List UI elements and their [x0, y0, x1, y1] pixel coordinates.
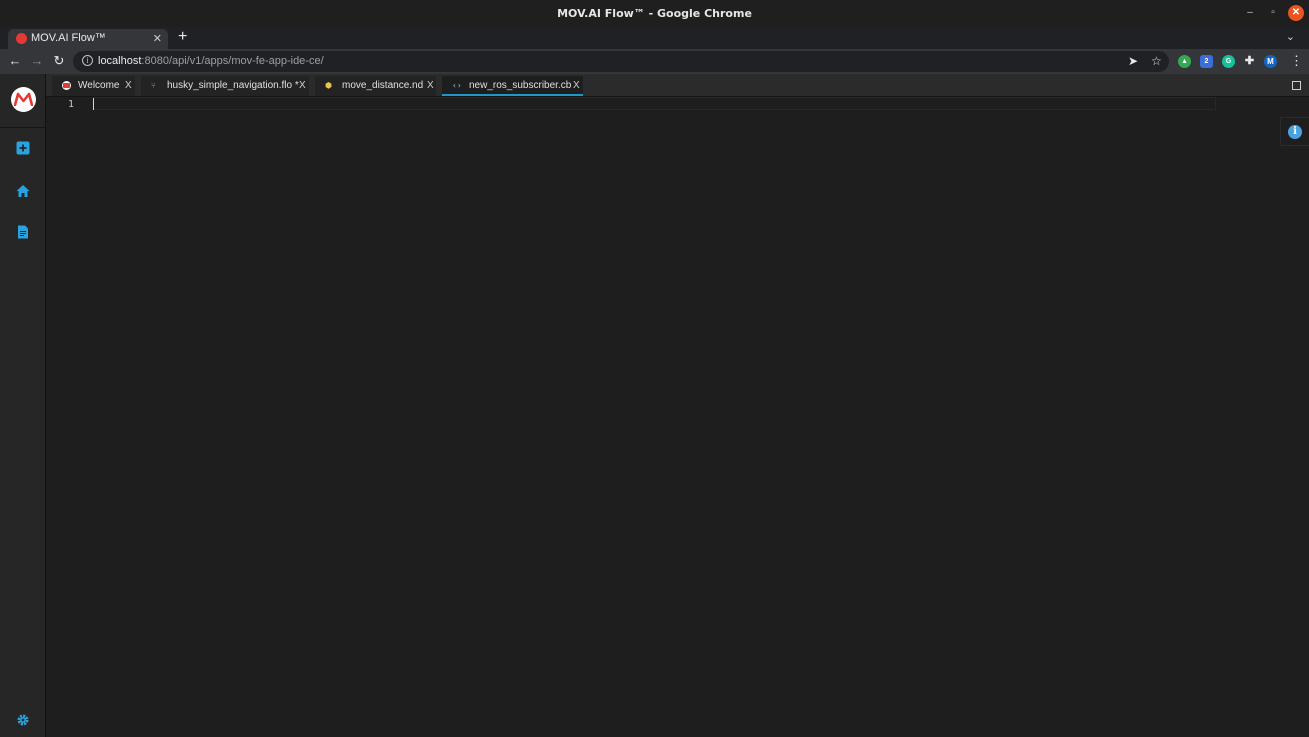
new-tab-button[interactable]: +	[178, 28, 187, 46]
info-icon: i	[1288, 125, 1302, 139]
text-cursor	[93, 98, 94, 110]
close-tab-icon[interactable]: X	[299, 80, 306, 91]
browser-tab-title: MOV.AI Flow™	[31, 32, 106, 44]
tab-label: husky_simple_navigation.flo *	[167, 80, 299, 91]
tab-label: Welcome	[78, 80, 120, 91]
minimize-button[interactable]: –	[1242, 5, 1258, 21]
close-window-button[interactable]: ✕	[1288, 5, 1304, 21]
tab-flow[interactable]: ⑂ husky_simple_navigation.flo * X	[141, 76, 309, 96]
close-tab-icon[interactable]: X	[427, 80, 434, 91]
app-sidebar	[0, 74, 46, 737]
browser-toolbar: ← → ↻ i localhost:8080/api/v1/apps/mov-f…	[0, 49, 1309, 74]
tab-callback-active[interactable]: ‹› new_ros_subscriber.cb X	[442, 76, 583, 96]
document-icon[interactable]	[16, 225, 30, 239]
restore-button[interactable]: ▫	[1265, 5, 1281, 21]
close-tab-icon[interactable]: ✕	[153, 32, 162, 45]
editor-tabbar: Welcome X ⑂ husky_simple_navigation.flo …	[46, 74, 1309, 97]
bookmark-star-icon[interactable]: ☆	[1151, 54, 1162, 68]
send-tab-icon[interactable]: ➤	[1128, 54, 1138, 68]
line-number: 1	[68, 99, 75, 110]
current-line-highlight	[92, 97, 1216, 110]
profile-avatar[interactable]: M	[1264, 55, 1277, 68]
tab-welcome[interactable]: Welcome X	[52, 76, 135, 96]
movai-tab-icon	[62, 81, 71, 90]
info-panel-button[interactable]: i	[1280, 117, 1309, 146]
window-title: MOV.AI Flow™ - Google Chrome	[557, 7, 752, 20]
movai-logo[interactable]	[11, 87, 36, 112]
code-editor[interactable]: 1	[46, 97, 1309, 737]
address-url: localhost:8080/api/v1/apps/mov-fe-app-id…	[98, 55, 324, 67]
sidebar-divider	[0, 127, 45, 128]
gear-icon[interactable]	[16, 713, 30, 727]
back-button[interactable]: ←	[7, 53, 23, 68]
grammarly-extension-icon[interactable]: G	[1222, 55, 1235, 68]
tab-label: move_distance.nd	[342, 80, 424, 91]
site-info-icon[interactable]: i	[82, 55, 93, 66]
flow-icon: ⑂	[151, 81, 156, 90]
address-bar[interactable]: i localhost:8080/api/v1/apps/mov-fe-app-…	[73, 51, 1169, 72]
puzzle-extension-icon[interactable]: ✚	[1243, 55, 1256, 68]
forward-button[interactable]: →	[29, 53, 45, 68]
tab-node[interactable]: ⬢ move_distance.nd X	[315, 76, 436, 96]
shield-extension-icon[interactable]: 2	[1200, 55, 1213, 68]
node-icon: ⬢	[325, 81, 332, 90]
home-icon[interactable]	[16, 184, 30, 198]
close-tab-icon[interactable]: X	[573, 80, 580, 91]
browser-menu-icon[interactable]: ⋮	[1290, 53, 1303, 69]
add-icon[interactable]	[16, 141, 30, 155]
close-tab-icon[interactable]: X	[125, 80, 132, 91]
browser-tab[interactable]: MOV.AI Flow™ ✕	[8, 29, 168, 49]
code-icon: ‹›	[452, 81, 462, 90]
maximize-icon[interactable]	[1292, 81, 1301, 90]
tab-search-button[interactable]: ⌄	[1286, 30, 1295, 43]
green-extension-icon[interactable]: ▲	[1178, 55, 1191, 68]
browser-tabstrip: MOV.AI Flow™ ✕ + ⌄	[0, 27, 1309, 49]
window-titlebar: MOV.AI Flow™ - Google Chrome – ▫ ✕	[0, 0, 1309, 27]
tab-label: new_ros_subscriber.cb	[469, 80, 572, 91]
reload-button[interactable]: ↻	[51, 53, 67, 69]
movai-favicon	[16, 33, 27, 44]
